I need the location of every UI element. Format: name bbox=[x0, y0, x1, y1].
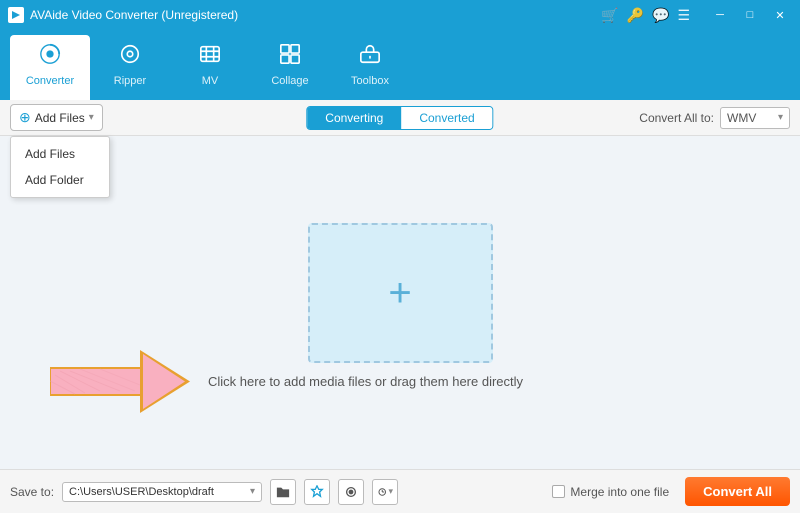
title-icons: 🛒 🔑 💬 ☰ bbox=[601, 7, 690, 24]
title-bar-left: AVAide Video Converter (Unregistered) bbox=[8, 7, 238, 23]
main-content: + Click here to add media files o bbox=[0, 136, 800, 469]
add-files-button[interactable]: ⊕ Add Files ▾ bbox=[10, 104, 103, 131]
plus-icon: + bbox=[388, 273, 411, 313]
hint-text: Click here to add media files or drag th… bbox=[208, 374, 523, 389]
toolbox-icon bbox=[359, 43, 381, 71]
hint-area: Click here to add media files or drag th… bbox=[50, 349, 523, 414]
dropdown-menu: Add Files Add Folder bbox=[10, 136, 110, 198]
converter-icon bbox=[39, 43, 61, 71]
nav-tab-converter[interactable]: Converter bbox=[10, 35, 90, 100]
maximize-button[interactable]: □ bbox=[738, 5, 762, 25]
format-arrow-icon: ▾ bbox=[778, 112, 783, 123]
save-to-label: Save to: bbox=[10, 485, 54, 499]
collage-tab-label: Collage bbox=[271, 75, 308, 87]
arrow-svg bbox=[50, 349, 190, 414]
nav-tab-collage[interactable]: Collage bbox=[250, 35, 330, 100]
save-path-input[interactable]: C:\Users\USER\Desktop\draft ▾ bbox=[62, 482, 262, 502]
cart-icon[interactable]: 🛒 bbox=[601, 7, 618, 24]
nav-tab-toolbox[interactable]: Toolbox bbox=[330, 35, 410, 100]
title-bar: AVAide Video Converter (Unregistered) 🛒 … bbox=[0, 0, 800, 30]
dropdown-add-folder[interactable]: Add Folder bbox=[11, 167, 109, 193]
converting-tab[interactable]: Converting bbox=[307, 107, 401, 129]
folder-browse-button[interactable] bbox=[270, 479, 296, 505]
menu-icon[interactable]: ☰ bbox=[677, 7, 690, 24]
mv-icon bbox=[199, 43, 221, 71]
merge-label: Merge into one file bbox=[552, 485, 669, 499]
bottom-bar: Save to: C:\Users\USER\Desktop\draft ▾ ▾… bbox=[0, 469, 800, 513]
convert-all-to: Convert All to: WMV ▾ bbox=[639, 107, 790, 129]
app-title: AVAide Video Converter (Unregistered) bbox=[30, 8, 238, 22]
dropdown-arrow-icon: ▾ bbox=[89, 112, 94, 123]
nav-tab-ripper[interactable]: Ripper bbox=[90, 35, 170, 100]
nav-tab-mv[interactable]: MV bbox=[170, 35, 250, 100]
mv-tab-label: MV bbox=[202, 75, 219, 87]
settings-button-1[interactable] bbox=[304, 479, 330, 505]
save-path-dropdown-icon: ▾ bbox=[250, 486, 255, 497]
app-logo bbox=[8, 7, 24, 23]
format-select[interactable]: WMV ▾ bbox=[720, 107, 790, 129]
merge-checkbox[interactable] bbox=[552, 485, 565, 498]
minimize-button[interactable]: ─ bbox=[708, 5, 732, 25]
key-icon[interactable]: 🔑 bbox=[627, 7, 644, 24]
drop-zone[interactable]: + bbox=[308, 223, 493, 363]
toolbox-tab-label: Toolbox bbox=[351, 75, 389, 87]
convert-all-to-label: Convert All to: bbox=[639, 111, 714, 125]
nav-bar: Converter Ripper MV bbox=[0, 30, 800, 100]
settings-button-2[interactable] bbox=[338, 479, 364, 505]
save-path-value: C:\Users\USER\Desktop\draft bbox=[69, 486, 214, 498]
toolbar: ⊕ Add Files ▾ Add Files Add Folder Conve… bbox=[0, 100, 800, 136]
ripper-tab-label: Ripper bbox=[114, 75, 146, 87]
converted-tab[interactable]: Converted bbox=[401, 107, 492, 129]
ripper-icon bbox=[119, 43, 141, 71]
format-value: WMV bbox=[727, 111, 756, 125]
merge-text: Merge into one file bbox=[570, 485, 669, 499]
arrow-graphic bbox=[50, 349, 190, 414]
convert-all-button[interactable]: Convert All bbox=[685, 477, 790, 506]
converting-tabs: Converting Converted bbox=[306, 106, 493, 130]
settings-button-3[interactable]: ▾ bbox=[372, 479, 398, 505]
add-files-label: Add Files bbox=[35, 111, 85, 125]
add-circle-icon: ⊕ bbox=[19, 109, 31, 126]
converter-tab-label: Converter bbox=[26, 75, 74, 87]
close-button[interactable]: ✕ bbox=[768, 5, 792, 25]
dropdown-add-files[interactable]: Add Files bbox=[11, 141, 109, 167]
chat-icon[interactable]: 💬 bbox=[652, 7, 669, 24]
collage-icon bbox=[279, 43, 301, 71]
